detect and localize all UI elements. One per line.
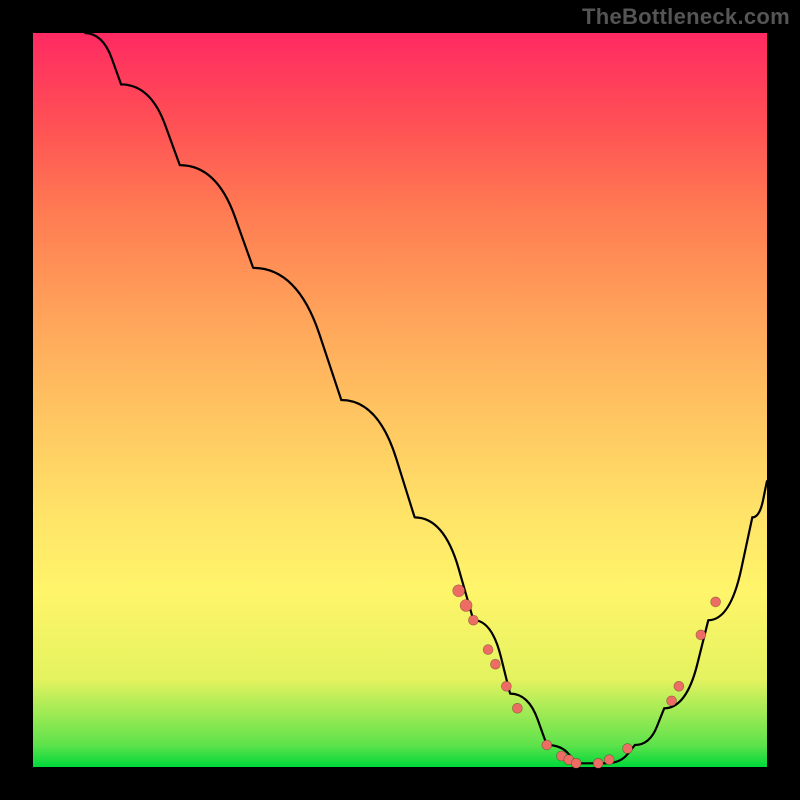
data-point bbox=[542, 740, 552, 750]
data-point bbox=[696, 630, 706, 640]
data-points-group bbox=[453, 585, 721, 769]
data-point bbox=[460, 600, 472, 612]
data-point bbox=[483, 645, 493, 655]
bottleneck-curve bbox=[84, 33, 767, 763]
data-point bbox=[623, 744, 633, 754]
chart-svg bbox=[33, 33, 767, 767]
chart-frame: TheBottleneck.com bbox=[0, 0, 800, 800]
watermark-label: TheBottleneck.com bbox=[582, 4, 790, 30]
data-point bbox=[512, 703, 522, 713]
data-point bbox=[571, 758, 581, 768]
data-point bbox=[468, 615, 478, 625]
data-point bbox=[604, 755, 614, 765]
data-point bbox=[501, 681, 511, 691]
data-point bbox=[490, 659, 500, 669]
data-point bbox=[667, 696, 677, 706]
plot-area bbox=[33, 33, 767, 767]
data-point bbox=[674, 681, 684, 691]
data-point bbox=[593, 758, 603, 768]
data-point bbox=[711, 597, 721, 607]
data-point bbox=[453, 585, 465, 597]
